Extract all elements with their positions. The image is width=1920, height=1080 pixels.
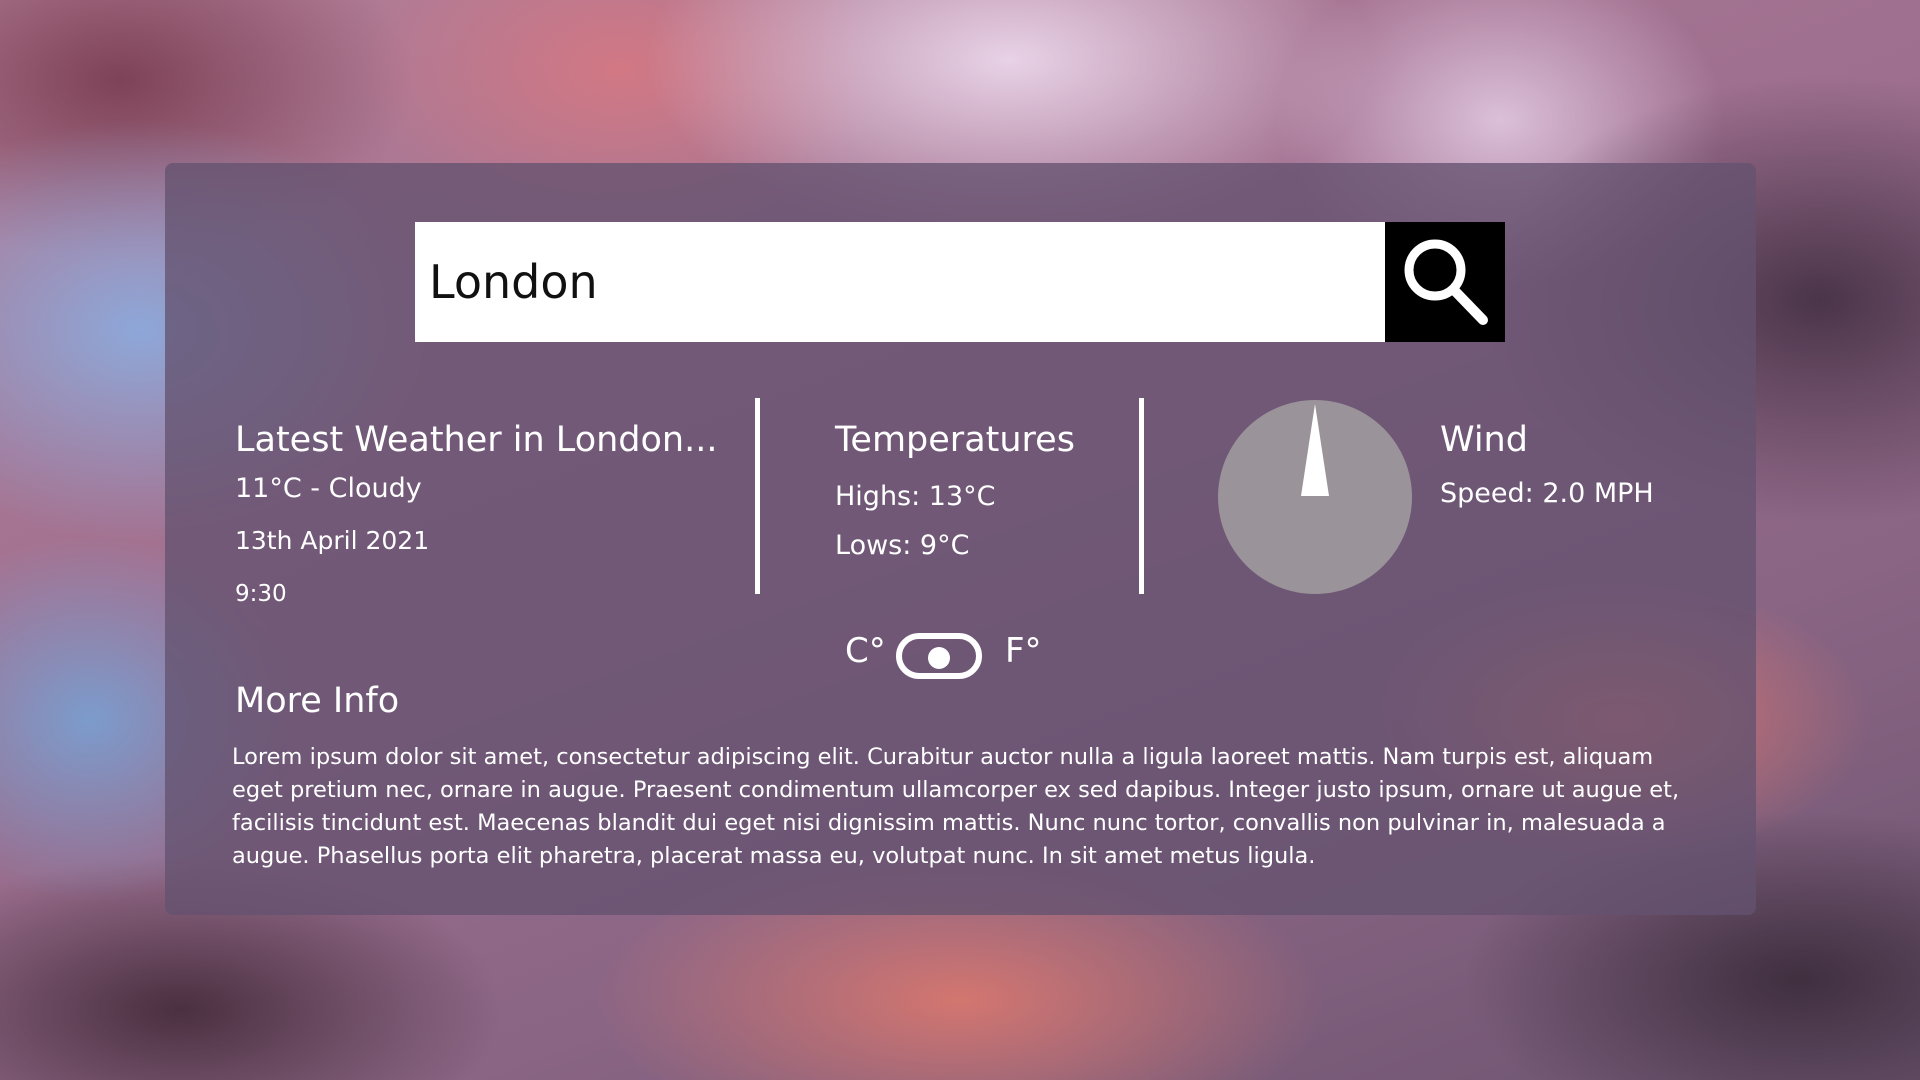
wind-speed: Speed: 2.0 MPH [1440,478,1654,509]
current-time: 9:30 [235,581,287,607]
temperatures-title: Temperatures [835,420,1075,460]
more-info-title: More Info [235,681,400,721]
search-button[interactable] [1385,222,1505,342]
celsius-label: C° [845,631,886,671]
temperature-lows: Lows: 9°C [835,530,970,561]
latest-weather-title: Latest Weather in London... [235,420,718,460]
wind-compass [1218,400,1412,594]
section-divider [1139,398,1144,594]
current-date: 13th April 2021 [235,526,430,555]
more-info-body: Lorem ipsum dolor sit amet, consectetur … [232,744,1680,869]
search-icon [1404,239,1488,325]
unit-toggle[interactable] [896,633,982,679]
toggle-knob [928,647,950,669]
current-condition: 11°C - Cloudy [235,473,422,504]
search-input[interactable] [415,222,1385,342]
weather-panel: Latest Weather in London... 11°C - Cloud… [165,163,1756,915]
section-divider [755,398,760,594]
wind-title: Wind [1440,420,1528,460]
temperature-highs: Highs: 13°C [835,481,996,512]
search-bar [415,222,1505,342]
fahrenheit-label: F° [1005,631,1042,671]
